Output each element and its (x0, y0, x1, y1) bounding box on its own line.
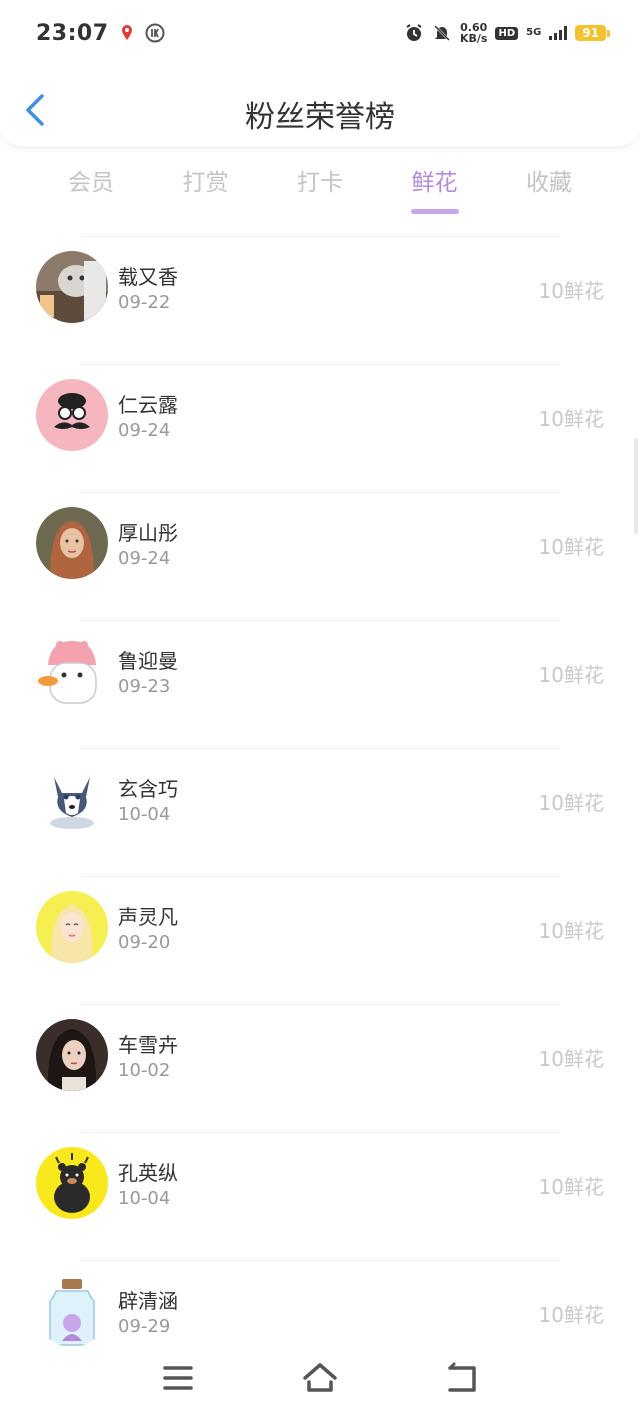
fan-date: 09-23 (118, 676, 171, 697)
fan-date: 09-20 (118, 932, 171, 953)
list-item[interactable]: 仁云露 09-24 10鲜花 (36, 364, 604, 492)
tab-tips[interactable]: 打赏 (149, 160, 263, 216)
fan-name: 玄含巧 (118, 777, 178, 801)
list-item[interactable]: 载又香 09-22 10鲜花 (36, 236, 604, 364)
flower-amount: 10鲜花 (538, 919, 604, 943)
network-speed-unit: KB/s (459, 32, 488, 45)
signal-icon (549, 26, 568, 40)
fan-date: 10-04 (118, 1188, 171, 1209)
fan-name: 车雪卉 (118, 1033, 178, 1057)
menu-button[interactable] (158, 1360, 198, 1396)
fan-name: 载又香 (118, 265, 178, 289)
flower-amount: 10鲜花 (538, 1047, 604, 1071)
avatar (36, 1019, 108, 1091)
tab-favorites[interactable]: 收藏 (492, 160, 606, 216)
fan-date: 09-29 (118, 1316, 171, 1337)
flower-amount: 10鲜花 (538, 1175, 604, 1199)
fan-date: 09-24 (118, 420, 171, 441)
fan-date: 09-22 (118, 292, 171, 313)
return-icon (448, 1362, 476, 1392)
fan-date: 10-02 (118, 1060, 171, 1081)
page-title: 粉丝荣誉榜 (245, 100, 395, 135)
system-navigation-bar (0, 1346, 640, 1422)
tab-bar: 会员 打赏 打卡 鲜花 收藏 (34, 160, 606, 220)
list-item[interactable]: 鲁迎曼 09-23 10鲜花 (36, 620, 604, 748)
status-bar: 23:07 0.60 KB/s HD 5G 91 (0, 0, 640, 66)
fan-name: 声灵凡 (118, 905, 178, 929)
header: 粉丝荣誉榜 (0, 66, 640, 148)
alarm-clock-icon (404, 23, 424, 43)
avatar (36, 891, 108, 963)
avatar (36, 1147, 108, 1219)
avatar (36, 1275, 108, 1347)
app-notification-icon (145, 23, 165, 43)
status-left: 23:07 (36, 21, 165, 46)
status-time: 23:07 (36, 20, 109, 46)
network-speed: 0.60 KB/s (460, 22, 487, 44)
fan-name: 辟清涵 (118, 1289, 178, 1313)
flower-amount: 10鲜花 (538, 535, 604, 559)
fan-list: 载又香 09-22 10鲜花 仁云露 09-24 10鲜花 厚山彤 09-24 … (0, 236, 640, 1388)
battery-level: 91 (575, 25, 610, 41)
avatar (36, 507, 108, 579)
network-type: 5G (526, 27, 542, 38)
fan-name: 孔英纵 (118, 1161, 178, 1185)
tab-checkin[interactable]: 打卡 (263, 160, 377, 216)
flower-amount: 10鲜花 (538, 791, 604, 815)
status-right: 0.60 KB/s HD 5G 91 (404, 22, 610, 44)
back-nav-button[interactable] (442, 1360, 482, 1396)
list-item[interactable]: 孔英纵 10-04 10鲜花 (36, 1132, 604, 1260)
hd-badge: HD (495, 26, 519, 40)
list-item[interactable]: 车雪卉 10-02 10鲜花 (36, 1004, 604, 1132)
fan-date: 09-24 (118, 548, 171, 569)
location-pin-icon (119, 24, 135, 42)
avatar (36, 763, 108, 835)
fan-name: 鲁迎曼 (118, 649, 178, 673)
fan-date: 10-04 (118, 804, 171, 825)
fan-name: 厚山彤 (118, 521, 178, 545)
avatar (36, 379, 108, 451)
avatar (36, 635, 108, 707)
avatar (36, 251, 108, 323)
mute-bell-icon (432, 23, 452, 43)
list-item[interactable]: 玄含巧 10-04 10鲜花 (36, 748, 604, 876)
menu-icon (163, 1366, 193, 1390)
scrollbar[interactable] (634, 438, 638, 534)
tab-flowers[interactable]: 鲜花 (378, 160, 492, 216)
flower-amount: 10鲜花 (538, 279, 604, 303)
home-button[interactable] (300, 1360, 340, 1396)
fan-name: 仁云露 (118, 393, 178, 417)
list-item[interactable]: 厚山彤 09-24 10鲜花 (36, 492, 604, 620)
tab-membership[interactable]: 会员 (34, 160, 148, 216)
home-icon (303, 1363, 337, 1392)
flower-amount: 10鲜花 (538, 407, 604, 431)
list-item[interactable]: 声灵凡 09-20 10鲜花 (36, 876, 604, 1004)
flower-amount: 10鲜花 (538, 1303, 604, 1327)
flower-amount: 10鲜花 (538, 663, 604, 687)
